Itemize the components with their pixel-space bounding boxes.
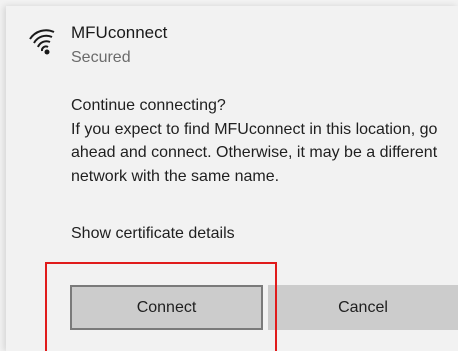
message-body: If you expect to find MFUconnect in this…: [71, 120, 438, 185]
cancel-button[interactable]: Cancel: [268, 285, 458, 330]
connect-message: Continue connecting? If you expect to fi…: [71, 94, 451, 188]
message-question: Continue connecting?: [71, 97, 226, 114]
wifi-flyout: MFUconnect Secured Continue connecting? …: [0, 0, 458, 351]
connect-button[interactable]: Connect: [70, 285, 263, 330]
wifi-secured-icon: [29, 29, 55, 55]
show-certificate-link[interactable]: Show certificate details: [71, 224, 235, 244]
network-name: MFUconnect: [71, 23, 168, 42]
network-status: Secured: [71, 49, 131, 66]
